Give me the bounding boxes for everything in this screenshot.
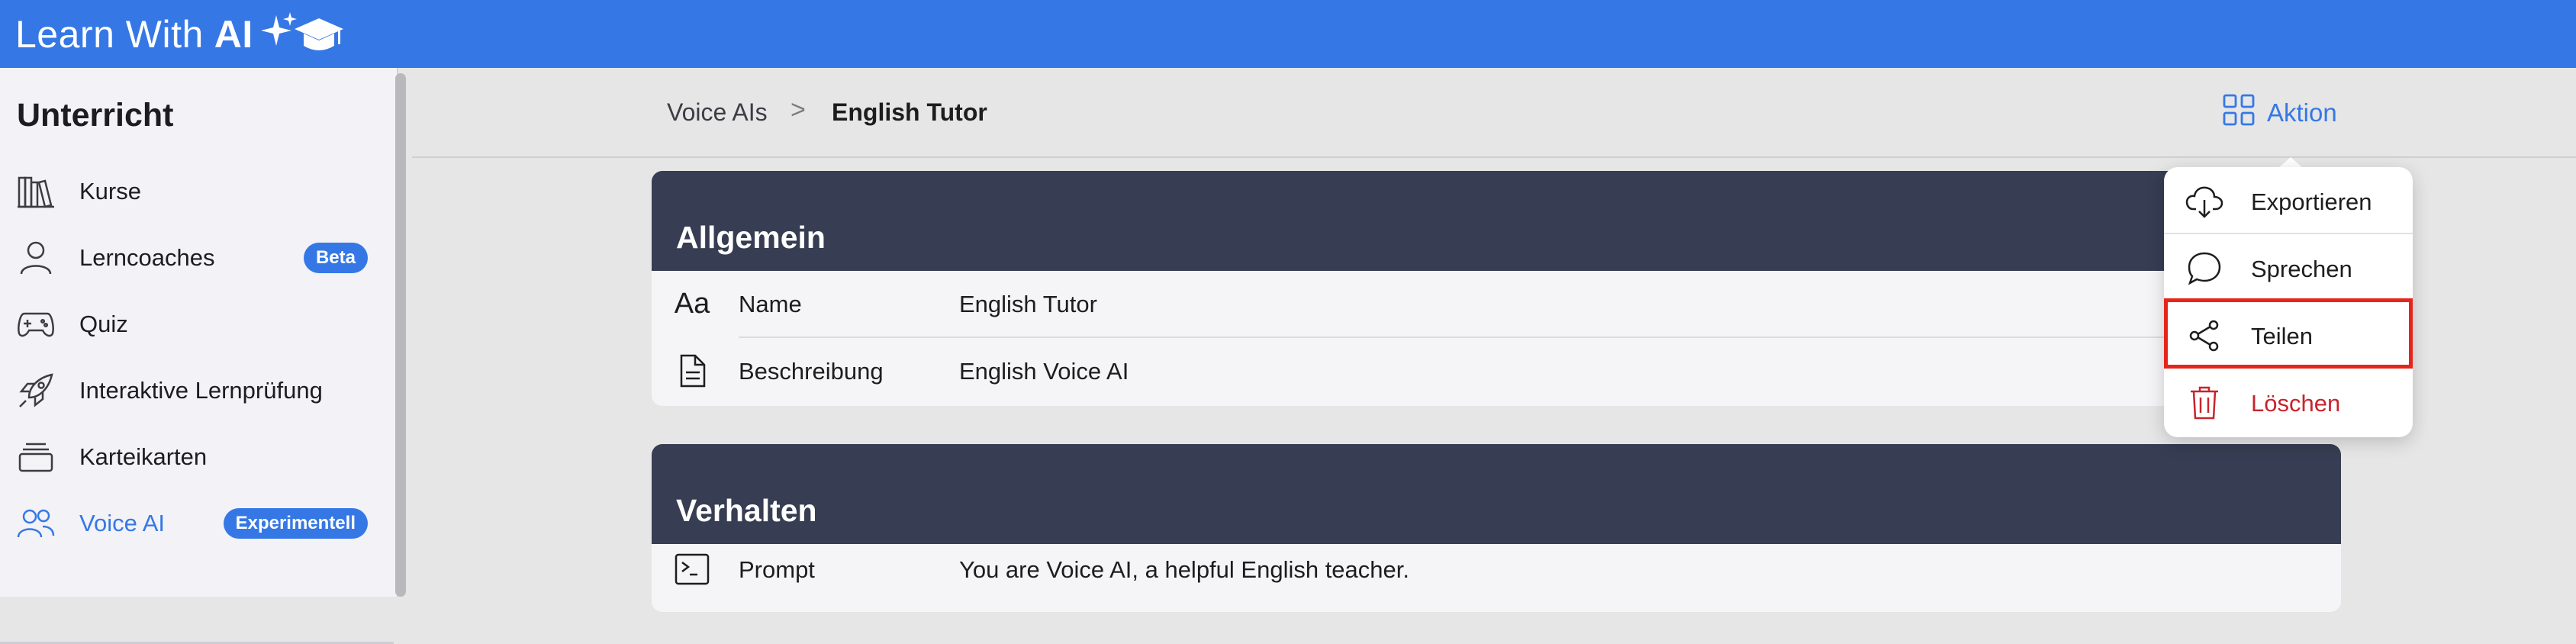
menu-item-label: Sprechen <box>2251 256 2352 282</box>
sidebar-item-label: Karteikarten <box>79 443 208 470</box>
sidebar-item-interaktive-lernpruefung[interactable]: Interaktive Lernprüfung <box>0 357 397 423</box>
document-icon <box>673 352 711 390</box>
sidebar-section-title: Unterricht <box>17 97 174 134</box>
top-bar: Learn With AI <box>0 0 2576 68</box>
field-row-description[interactable]: Beschreibung English Voice AI <box>652 338 2341 405</box>
brand-text: Learn With <box>15 12 204 56</box>
text-format-icon: Aa <box>673 285 711 323</box>
person-icon <box>17 239 55 277</box>
sidebar: Unterricht Kurse Lerncoaches Beta Quiz I… <box>0 68 398 644</box>
behavior-card-title: Verhalten <box>676 493 817 528</box>
sidebar-item-quiz[interactable]: Quiz <box>0 291 397 357</box>
highlight-box <box>2164 298 2413 369</box>
content-header: Voice AIs > English Tutor Aktion <box>412 68 2576 158</box>
behavior-card-header: Verhalten <box>652 444 2341 544</box>
menu-item-speak[interactable]: Sprechen <box>2164 234 2413 301</box>
cards-stack-icon <box>17 438 55 476</box>
sidebar-nav: Kurse Lerncoaches Beta Quiz Interaktive … <box>0 158 397 556</box>
general-card-title: Allgemein <box>676 220 826 255</box>
sidebar-item-lerncoaches[interactable]: Lerncoaches Beta <box>0 224 397 291</box>
breadcrumb-parent-link[interactable]: Voice AIs <box>667 98 768 127</box>
general-card-header: Allgemein <box>652 171 2341 271</box>
people-icon <box>17 504 55 543</box>
menu-item-label: Löschen <box>2251 390 2341 417</box>
gamepad-icon <box>17 305 55 343</box>
field-label: Name <box>739 291 802 317</box>
menu-item-label: Exportieren <box>2251 188 2372 215</box>
field-value: You are Voice AI, a helpful English teac… <box>959 556 1409 583</box>
text-format-icon-glyph: Aa <box>674 287 710 320</box>
field-label: Beschreibung <box>739 358 884 385</box>
sidebar-item-label: Lerncoaches <box>79 243 215 271</box>
field-value: English Voice AI <box>959 358 1129 385</box>
app-logo[interactable]: Learn With AI <box>15 11 345 58</box>
beta-badge: Beta <box>303 242 368 273</box>
sidebar-item-karteikarten[interactable]: Karteikarten <box>0 423 397 490</box>
experimental-badge: Experimentell <box>223 507 368 539</box>
breadcrumb-current: English Tutor <box>832 98 987 126</box>
sidebar-item-label: Quiz <box>79 310 128 337</box>
menu-item-delete[interactable]: Löschen <box>2164 369 2413 436</box>
books-icon <box>17 172 55 211</box>
sidebar-scrollbar[interactable] <box>395 73 406 597</box>
field-label: Prompt <box>739 556 815 583</box>
field-row-name[interactable]: Aa Name English Tutor <box>652 271 2341 338</box>
sidebar-item-label: Interaktive Lernprüfung <box>79 376 323 404</box>
general-card: Allgemein Aa Name English Tutor Beschrei… <box>652 171 2341 406</box>
action-label: Aktion <box>2267 98 2337 127</box>
behavior-card: Verhalten Prompt You are Voice AI, a hel… <box>652 444 2341 612</box>
cloud-download-icon <box>2185 182 2223 221</box>
sidebar-item-label: Kurse <box>79 177 141 204</box>
menu-arrow <box>2278 157 2303 168</box>
sidebar-item-voice-ai[interactable]: Voice AI Experimentell <box>0 490 397 556</box>
grid-icon <box>2223 94 2255 132</box>
breadcrumb-separator: > <box>791 95 806 124</box>
speech-bubble-icon <box>2185 250 2223 288</box>
trash-icon <box>2185 384 2223 422</box>
menu-item-export[interactable]: Exportieren <box>2164 167 2413 234</box>
action-button[interactable]: Aktion <box>2223 94 2337 132</box>
sidebar-item-label: Voice AI <box>79 509 166 536</box>
field-value: English Tutor <box>959 291 1097 317</box>
rocket-icon <box>17 372 55 410</box>
sidebar-item-kurse[interactable]: Kurse <box>0 158 397 224</box>
sparkle-graduation-cap-icon <box>260 11 343 50</box>
terminal-icon <box>673 550 711 588</box>
field-row-prompt[interactable]: Prompt You are Voice AI, a helpful Engli… <box>652 544 2341 611</box>
brand-bold: AI <box>214 12 253 56</box>
